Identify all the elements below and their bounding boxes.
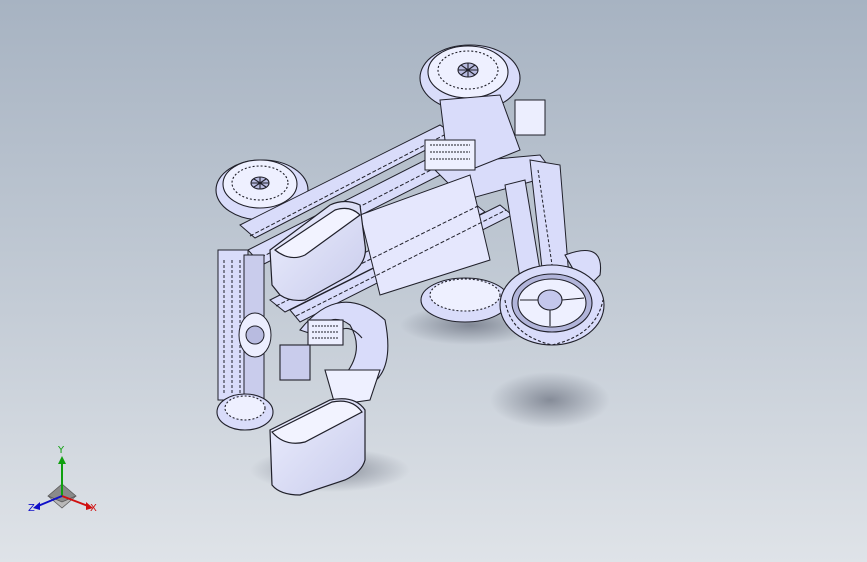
- coordinate-triad: Y X Z: [24, 446, 108, 526]
- cart-assembly-model[interactable]: [0, 0, 867, 562]
- triad-graphic: [33, 456, 93, 510]
- middle-wheel: [420, 277, 510, 323]
- x-axis-label: X: [90, 503, 97, 514]
- z-axis-label: Z: [28, 503, 35, 514]
- front-frame-column: [217, 249, 272, 406]
- steering-wheel: [499, 250, 605, 346]
- 3d-viewport[interactable]: Y X Z: [0, 0, 867, 562]
- y-axis-arrow-icon: [58, 456, 66, 464]
- y-axis-label: Y: [58, 445, 65, 456]
- front-wheel: [216, 393, 274, 431]
